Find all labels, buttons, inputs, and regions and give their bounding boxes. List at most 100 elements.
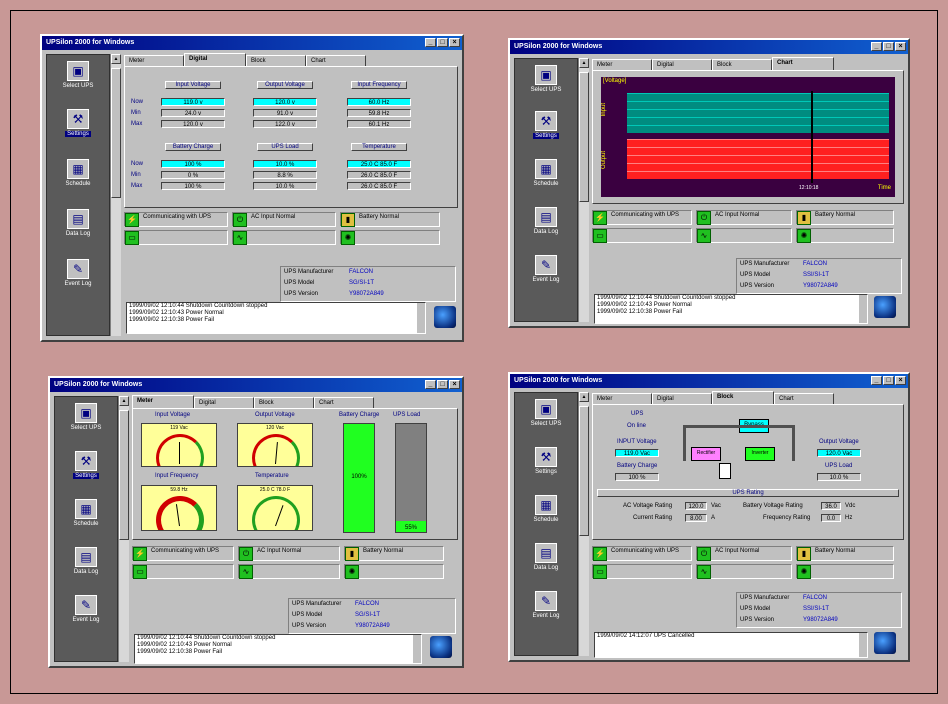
sidebar-item-schedule[interactable]: ▦ Schedule bbox=[47, 159, 109, 187]
event-log-list[interactable]: 1999/09/02 12:10:44 Shutdown Countdown s… bbox=[134, 634, 422, 664]
sidebar-item-event-log[interactable]: ✎ Event Log bbox=[515, 255, 577, 283]
close-button[interactable]: × bbox=[895, 42, 906, 51]
eventlog-icon: ✎ bbox=[535, 255, 557, 275]
tab-chart[interactable]: Chart bbox=[774, 393, 834, 404]
sidebar-item-schedule[interactable]: ▦ Schedule bbox=[515, 495, 577, 523]
close-button[interactable]: × bbox=[449, 38, 460, 47]
ups-icon: ▭ bbox=[593, 229, 607, 243]
sidebar-scrollbar[interactable]: ▲ bbox=[118, 396, 129, 662]
tab-chart[interactable]: Chart bbox=[314, 397, 374, 408]
sidebar-item-settings[interactable]: ⚒ Settings bbox=[515, 111, 577, 139]
tab-bar: Meter Digital Block Chart bbox=[592, 57, 904, 70]
calendar-icon: ▦ bbox=[535, 159, 557, 179]
sidebar-item-select-ups[interactable]: ▣ Select UPS bbox=[47, 61, 109, 89]
sidebar-item-settings[interactable]: ⚒ Settings bbox=[47, 109, 109, 137]
sidebar-scrollbar[interactable]: ▲ bbox=[578, 392, 589, 656]
sidebar-item-data-log[interactable]: ▤ Data Log bbox=[55, 547, 117, 575]
sidebar-item-settings[interactable]: ⚒ Settings bbox=[515, 447, 577, 475]
frequency-rating-value: 0.0 bbox=[821, 514, 841, 522]
log-scrollbar[interactable] bbox=[417, 303, 425, 333]
close-button[interactable]: × bbox=[449, 380, 460, 389]
status-battery: ▮ Battery Normal bbox=[796, 546, 894, 561]
tab-block[interactable]: Block bbox=[246, 55, 306, 66]
sidebar-item-event-log[interactable]: ✎ Event Log bbox=[515, 591, 577, 619]
sidebar-item-schedule[interactable]: ▦ Schedule bbox=[515, 159, 577, 187]
tab-meter[interactable]: Meter bbox=[592, 59, 652, 70]
tab-block[interactable]: Block bbox=[712, 391, 774, 404]
dial-value: 59.8 Hz bbox=[170, 487, 188, 493]
sidebar-item-settings[interactable]: ⚒ Settings bbox=[55, 451, 117, 479]
scroll-up-arrow-icon[interactable]: ▲ bbox=[119, 396, 129, 406]
sidebar-item-label: Schedule bbox=[65, 181, 91, 187]
status-wave: ∿ bbox=[696, 564, 792, 579]
event-log-list[interactable]: 1999/09/02 12:10:44 Shutdown Countdown s… bbox=[126, 302, 426, 334]
log-entry: 1999/09/02 12:10:43 Power Normal bbox=[137, 642, 232, 648]
log-entry: 1999/09/02 12:10:44 Shutdown Countdown s… bbox=[597, 295, 736, 301]
sidebar-item-label: Settings bbox=[65, 131, 91, 137]
sine-wave-icon: ∿ bbox=[233, 231, 247, 245]
meter-panel: Input Voltage Output Voltage Battery Cha… bbox=[132, 408, 458, 540]
maximize-button[interactable]: □ bbox=[883, 376, 894, 385]
scroll-thumb[interactable] bbox=[111, 68, 121, 198]
tab-block[interactable]: Block bbox=[712, 59, 772, 70]
sidebar-item-event-log[interactable]: ✎ Event Log bbox=[47, 259, 109, 287]
tab-digital[interactable]: Digital bbox=[652, 393, 712, 404]
maximize-button[interactable]: □ bbox=[437, 380, 448, 389]
maximize-button[interactable]: □ bbox=[883, 42, 894, 51]
sidebar-item-data-log[interactable]: ▤ Data Log bbox=[515, 543, 577, 571]
sidebar-item-select-ups[interactable]: ▣ Select UPS bbox=[515, 65, 577, 93]
tab-digital[interactable]: Digital bbox=[194, 397, 254, 408]
sidebar-scrollbar[interactable]: ▲ bbox=[110, 54, 121, 336]
status-ups-idle: ▭ bbox=[124, 230, 228, 245]
status-ac-input: ⏻ AC Input Normal bbox=[238, 546, 340, 561]
chart-input-label: Input bbox=[601, 103, 607, 117]
title-bar: UPSilon 2000 for Windows _ □ × bbox=[42, 36, 462, 50]
tab-block[interactable]: Block bbox=[254, 397, 314, 408]
scroll-up-arrow-icon[interactable]: ▲ bbox=[579, 392, 589, 402]
log-scrollbar[interactable] bbox=[859, 633, 867, 657]
minimize-button[interactable]: _ bbox=[425, 38, 436, 47]
sidebar-item-data-log[interactable]: ▤ Data Log bbox=[515, 207, 577, 235]
scroll-thumb[interactable] bbox=[579, 72, 589, 202]
sidebar-scrollbar[interactable]: ▲ bbox=[578, 58, 589, 322]
meter-title-ups-load: UPS Load bbox=[393, 412, 421, 418]
sidebar-item-event-log[interactable]: ✎ Event Log bbox=[55, 595, 117, 623]
maximize-button[interactable]: □ bbox=[437, 38, 448, 47]
scroll-thumb[interactable] bbox=[579, 406, 589, 536]
chart-x-label: Time bbox=[877, 185, 891, 191]
sidebar-item-schedule[interactable]: ▦ Schedule bbox=[55, 499, 117, 527]
sidebar-item-select-ups[interactable]: ▣ Select UPS bbox=[515, 399, 577, 427]
sine-wave-icon: ∿ bbox=[239, 565, 253, 579]
input-frequency-max: 60.1 Hz bbox=[347, 120, 411, 128]
ac-voltage-rating-value: 120.0 bbox=[685, 502, 707, 510]
minimize-button[interactable]: _ bbox=[871, 376, 882, 385]
tab-meter[interactable]: Meter bbox=[124, 55, 184, 66]
event-log-list[interactable]: 1999/09/02 14:12:07 UPS Cancelled bbox=[594, 632, 868, 658]
temperature-now: 25.0 C 85.0 F bbox=[347, 160, 411, 168]
row-label-max: Max bbox=[131, 183, 143, 189]
tab-digital[interactable]: Digital bbox=[184, 53, 246, 66]
tab-bar: Meter Digital Block Chart bbox=[592, 391, 904, 404]
scroll-up-arrow-icon[interactable]: ▲ bbox=[111, 54, 121, 64]
scroll-thumb[interactable] bbox=[119, 410, 129, 540]
sidebar-item-data-log[interactable]: ▤ Data Log bbox=[47, 209, 109, 237]
ups-version-value: Y98072A849 bbox=[355, 623, 390, 629]
tab-digital[interactable]: Digital bbox=[652, 59, 712, 70]
log-scrollbar[interactable] bbox=[413, 635, 421, 663]
tab-chart[interactable]: Chart bbox=[772, 57, 834, 70]
scroll-up-arrow-icon[interactable]: ▲ bbox=[579, 58, 589, 68]
log-scrollbar[interactable] bbox=[859, 295, 867, 323]
dial-value: 25.0 C 78.0 F bbox=[259, 487, 291, 493]
sidebar-item-select-ups[interactable]: ▣ Select UPS bbox=[55, 403, 117, 431]
minimize-button[interactable]: _ bbox=[425, 380, 436, 389]
eventlog-icon: ✎ bbox=[75, 595, 97, 615]
minimize-button[interactable]: _ bbox=[871, 42, 882, 51]
event-log-list[interactable]: 1999/09/02 12:10:44 Shutdown Countdown s… bbox=[594, 294, 868, 324]
tab-meter[interactable]: Meter bbox=[592, 393, 652, 404]
globe-icon bbox=[434, 306, 456, 328]
close-button[interactable]: × bbox=[895, 376, 906, 385]
tab-chart[interactable]: Chart bbox=[306, 55, 366, 66]
tab-meter[interactable]: Meter bbox=[132, 395, 194, 408]
status-wave: ∿ bbox=[696, 228, 792, 243]
log-entry: 1999/09/02 12:10:43 Power Normal bbox=[129, 310, 224, 316]
